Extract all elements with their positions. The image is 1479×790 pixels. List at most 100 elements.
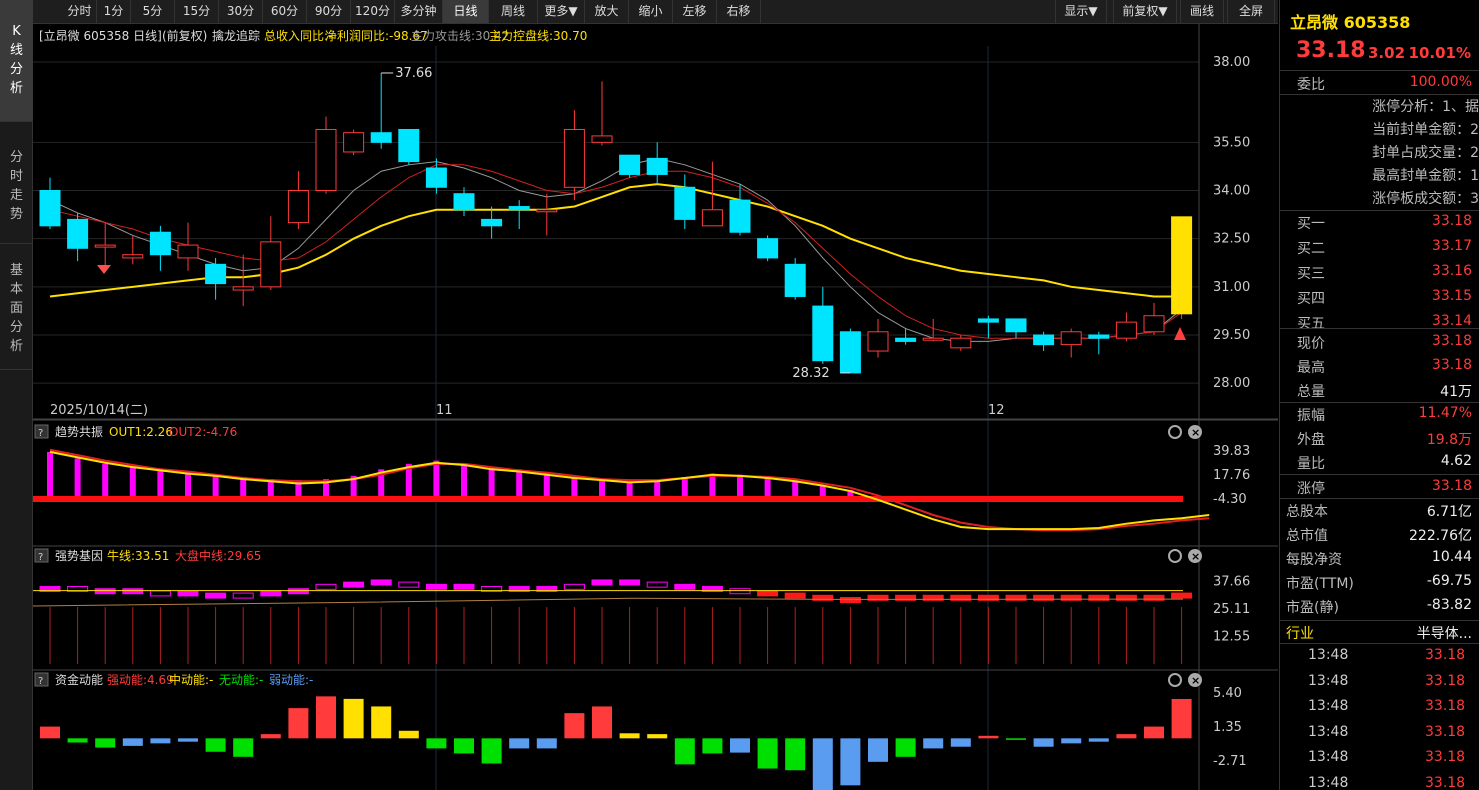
candle-body (701, 209, 723, 227)
tab-k-line-analysis[interactable]: K线分析 (0, 0, 33, 122)
toolbar-btn-15[interactable]: 右移 (717, 0, 761, 23)
toolbar-btn-2[interactable]: 5分 (131, 0, 175, 23)
p3-bar (702, 738, 723, 754)
current-price: 33.18 (1296, 38, 1366, 63)
p3-bar (730, 738, 750, 753)
p3-bar (757, 738, 778, 769)
toolbar-right-btn-0[interactable]: 显示▼ (1055, 0, 1107, 23)
p2-block (205, 592, 227, 599)
candle-body (646, 157, 668, 175)
indicator-value: 总收入同比:- (264, 29, 332, 43)
stat-row: 最高 33.18 (1297, 357, 1472, 376)
candle-body (122, 254, 144, 259)
y-tick-label: 34.00 (1213, 183, 1250, 198)
high-annotation: 37.66 (395, 66, 432, 81)
p1-bar (516, 469, 523, 499)
y-tick-label: 31.00 (1213, 280, 1250, 295)
panel3-label: 强动能:4.69 (107, 673, 174, 687)
candle-body (867, 331, 889, 352)
low-annotation: 28.32 (792, 366, 829, 381)
candle-body (1143, 315, 1165, 333)
panel2-label: 强势基因 (55, 549, 103, 563)
toolbar-btn-14[interactable]: 左移 (673, 0, 717, 23)
candle-body (839, 331, 861, 374)
p1-bar (185, 472, 191, 499)
candle-body (895, 337, 917, 342)
panel1-label: 趋势共振 (55, 425, 103, 439)
p3-bar (1144, 726, 1164, 739)
toolbar-right-btn-1[interactable]: 前复权▼ (1113, 0, 1177, 23)
fundamental-row: 市盈(TTM) -69.75 (1286, 573, 1472, 592)
p3-bar (1116, 734, 1137, 739)
p3-bar (122, 738, 143, 746)
p2-block (343, 581, 365, 588)
p3-bar (619, 733, 640, 739)
p2-block (674, 583, 696, 590)
y-tick-label: 5.40 (1213, 686, 1242, 701)
indicator-value: 主力控盘线:30.70 (489, 28, 587, 43)
y-tick-label: 28.00 (1213, 376, 1250, 391)
fundamental-row: 每股净资 10.44 (1286, 549, 1472, 568)
y-tick-label: 1.35 (1213, 720, 1242, 735)
help-icon-glyph: ? (38, 552, 43, 563)
tab-fundamental-analysis[interactable]: 基本面分析 (0, 244, 33, 370)
fundamental-row: 市盈(静) -83.82 (1286, 597, 1472, 616)
p1-bar (681, 476, 688, 499)
candle-body (315, 128, 337, 191)
period-toolbar: 分时 1分 5分 15分 30分 60分 90分 120分 多分钟 日线 周线 更多▼ 放大 缩小 左移 右移… (33, 0, 1278, 24)
p3-bar (1171, 698, 1192, 739)
candle-body (812, 305, 834, 362)
p3-bar (950, 738, 971, 747)
date-label: 2025/10/14(二) (50, 403, 148, 418)
toolbar-btn-12[interactable]: 放大 (585, 0, 629, 23)
toolbar-btn-6[interactable]: 90分 (307, 0, 351, 23)
candle-body (950, 337, 972, 349)
p2-block (94, 588, 116, 595)
p2-block (839, 596, 861, 603)
chart-area: 38.00 35.50 34.00 32.50 31.00 29.50 28.00 [立昂微 … (33, 24, 1278, 790)
industry-row[interactable]: 行业 半导体... (1280, 620, 1479, 644)
toolbar-btn-5[interactable]: 60分 (263, 0, 307, 23)
date-label: 12 (988, 403, 1005, 418)
toolbar-btn-8[interactable]: 多分钟 (395, 0, 443, 23)
toolbar-btn-13[interactable]: 缩小 (629, 0, 673, 23)
toolbar-btn-9[interactable]: 日线 (443, 0, 489, 23)
y-tick-label: 35.50 (1213, 135, 1250, 150)
panel3-label: 无动能:- (219, 673, 263, 687)
p3-bar (978, 735, 999, 739)
candle-body (508, 206, 530, 211)
toolbar-btn-3[interactable]: 15分 (175, 0, 219, 23)
stat-row: 总量 41万 (1297, 384, 1472, 400)
candle-body (453, 193, 475, 211)
p3-bar (67, 738, 88, 743)
p3-bar (40, 726, 60, 739)
p1-bar (129, 467, 136, 499)
p3-bar (564, 713, 585, 739)
candle-body (1171, 216, 1193, 315)
tick-row: 13:48 33.18 (1308, 672, 1466, 689)
toolbar-btn-1[interactable]: 1分 (97, 0, 131, 23)
toolbar-btn-4[interactable]: 30分 (219, 0, 263, 23)
p1-bar (543, 472, 550, 499)
p2-block (177, 590, 199, 597)
candle-body (370, 132, 392, 143)
toolbar-btn-10[interactable]: 周线 (489, 0, 538, 23)
stat-row: 外盘 19.8万 (1297, 432, 1472, 448)
toolbar-right-btn-2[interactable]: 画线 (1180, 0, 1224, 23)
candle-body (287, 189, 309, 224)
bid-row: 买三 33.16 (1297, 263, 1472, 282)
p3-bar (1006, 738, 1026, 740)
candle-body (674, 186, 696, 220)
p3-bar (398, 730, 419, 739)
toolbar-btn-0[interactable]: 分时 (63, 0, 97, 23)
toolbar-right-btn-3[interactable]: 全屏 (1227, 0, 1275, 23)
toolbar-btn-7[interactable]: 120分 (351, 0, 395, 23)
toolbar-btn-11[interactable]: 更多▼ (538, 0, 585, 23)
candle-body (39, 189, 61, 227)
tab-intraday-trend[interactable]: 分时走势 (0, 122, 33, 244)
candle-body (729, 199, 751, 233)
candle-body (619, 154, 641, 175)
panel3-label: 弱动能:- (269, 673, 313, 687)
price-change: 3.02 (1368, 44, 1406, 62)
y-tick-label: 17.76 (1213, 468, 1250, 483)
